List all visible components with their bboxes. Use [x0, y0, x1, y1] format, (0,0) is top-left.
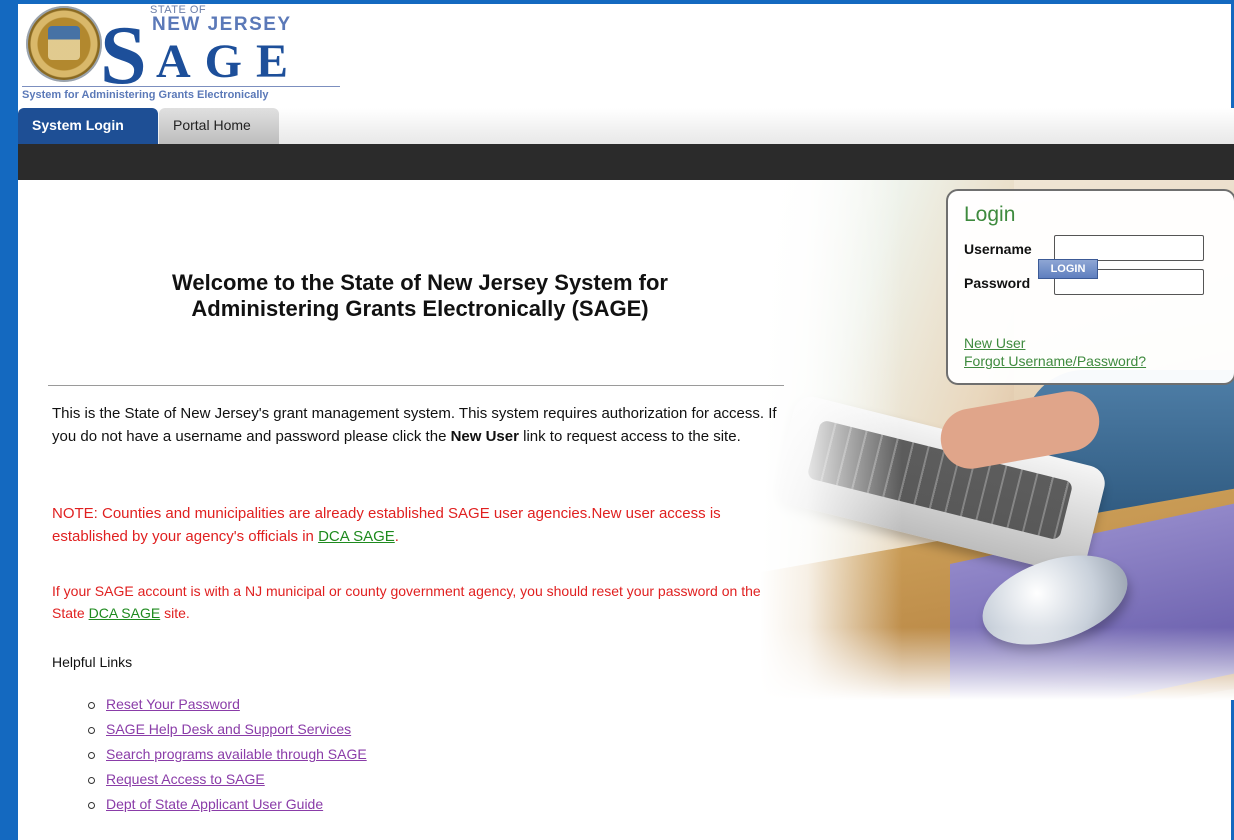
note-counties-end: . — [394, 528, 399, 545]
tab-portal-home[interactable]: Portal Home — [159, 108, 279, 144]
note-reset-end: site. — [160, 605, 190, 621]
note-reset-password: If your SAGE account is with a NJ munici… — [52, 580, 792, 624]
intro-new-user-bold: New User — [450, 428, 519, 445]
page-title-line1: Welcome to the State of New Jersey Syste… — [172, 270, 668, 295]
forgot-credentials-link[interactable]: Forgot Username/Password? — [964, 352, 1146, 370]
sage-logo: S STATE OF NEW JERSEY AGE System for Adm… — [22, 4, 342, 104]
username-input[interactable] — [1054, 235, 1204, 261]
request-access-link[interactable]: Request Access to SAGE — [106, 771, 265, 787]
login-title: Login — [964, 203, 1016, 226]
username-label: Username — [964, 241, 1032, 257]
page-title-line2: Administering Grants Electronically (SAG… — [191, 296, 649, 321]
intro-paragraph: This is the State of New Jersey's grant … — [52, 402, 792, 448]
login-button[interactable]: LOGIN — [1038, 259, 1098, 279]
dca-sage-link[interactable]: DCA SAGE — [318, 528, 395, 545]
tab-system-login[interactable]: System Login — [18, 108, 158, 144]
help-desk-link[interactable]: SAGE Help Desk and Support Services — [106, 721, 351, 737]
note-counties: NOTE: Counties and municipalities are al… — [52, 502, 782, 548]
logo-age: AGE — [156, 35, 303, 88]
dca-sage-link-2[interactable]: DCA SAGE — [89, 605, 161, 621]
list-item: Search programs available through SAGE — [88, 744, 367, 769]
logo-tagline: System for Administering Grants Electron… — [22, 86, 340, 101]
nj-state-seal-icon — [26, 6, 102, 82]
intro-text-end: link to request access to the site. — [518, 428, 741, 445]
helpful-links-title: Helpful Links — [52, 654, 133, 670]
list-item: Request Access to SAGE — [88, 769, 367, 794]
login-links: New User Forgot Username/Password? — [964, 334, 1146, 370]
page-title: Welcome to the State of New Jersey Syste… — [60, 270, 780, 322]
password-label: Password — [964, 275, 1031, 291]
reset-password-link[interactable]: Reset Your Password — [106, 696, 240, 712]
tab-bar: System Login Portal Home — [18, 108, 1234, 144]
divider — [48, 385, 784, 386]
nav-bar — [18, 144, 1234, 180]
search-programs-link[interactable]: Search programs available through SAGE — [106, 746, 367, 762]
applicant-user-guide-link[interactable]: Dept of State Applicant User Guide — [106, 796, 323, 812]
logo-new-jersey: NEW JERSEY — [152, 14, 292, 35]
list-item: Reset Your Password — [88, 694, 367, 719]
list-item: SAGE Help Desk and Support Services — [88, 719, 367, 744]
helpful-links-list: Reset Your Password SAGE Help Desk and S… — [88, 694, 367, 819]
new-user-link[interactable]: New User — [964, 334, 1146, 352]
window-frame-left — [0, 0, 18, 840]
list-item: Dept of State Applicant User Guide — [88, 794, 367, 819]
